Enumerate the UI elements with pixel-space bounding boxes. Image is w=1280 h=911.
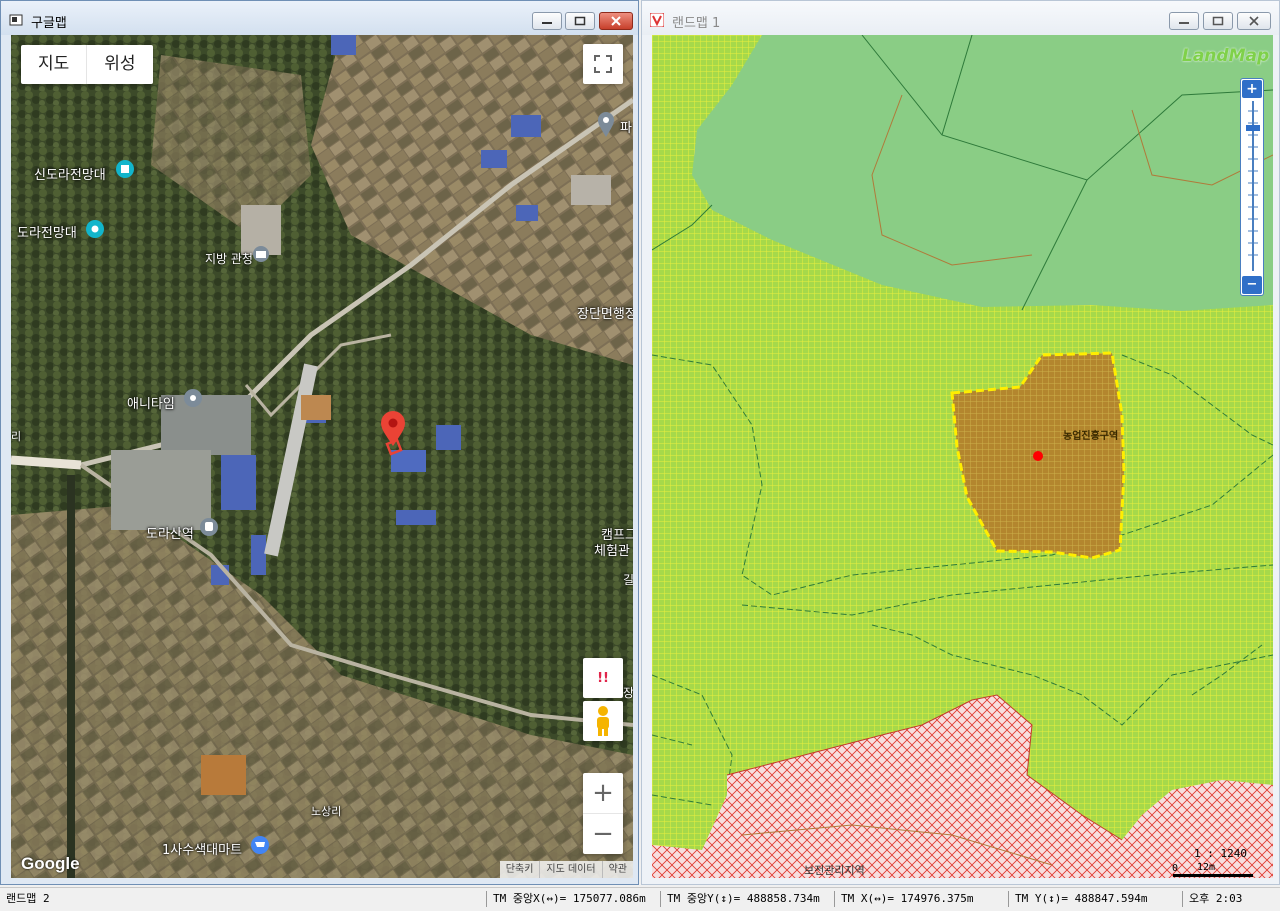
close-button[interactable] bbox=[1237, 12, 1271, 30]
restore-icon bbox=[1212, 16, 1224, 26]
zoom-track[interactable] bbox=[1246, 101, 1260, 271]
status-time: 오후 2:03 bbox=[1182, 891, 1242, 907]
window-title: 구글맵 bbox=[31, 16, 67, 31]
map-scale-ratio: 1 : 1240 bbox=[1194, 847, 1247, 860]
landmap-titlebar[interactable]: 랜드맵 1 bbox=[642, 1, 1279, 35]
google-map-window: 구글맵 신도라전망대 도라전망대 지방 관청 장단면행정 파 애니타임 리 도라… bbox=[0, 0, 639, 885]
minimize-button[interactable] bbox=[1169, 12, 1199, 30]
map-footer: 단축키 지도 데이터 약관 bbox=[499, 861, 633, 878]
label-dora-observatory[interactable]: 도라전망대 bbox=[17, 222, 77, 241]
place-marker-icon[interactable] bbox=[183, 388, 203, 408]
zoom-in-button[interactable]: + bbox=[1242, 80, 1262, 98]
close-icon bbox=[611, 16, 621, 26]
scale-bar-max: 12m bbox=[1197, 862, 1216, 873]
label-mart[interactable]: 1사수색대마트 bbox=[162, 839, 242, 858]
status-center-y: TM 중앙Y(↕)= 488858.734m bbox=[660, 891, 820, 907]
zoom-out-button[interactable]: − bbox=[583, 814, 623, 854]
label-dorasan-station[interactable]: 도라산역 bbox=[146, 523, 194, 542]
zoom-control: + − bbox=[583, 773, 623, 854]
map-type-map-button[interactable]: 지도 bbox=[21, 45, 86, 84]
minimize-button[interactable] bbox=[532, 12, 562, 30]
land-use-map bbox=[652, 35, 1273, 878]
label-pa[interactable]: 파 bbox=[620, 117, 632, 136]
zoom-handle bbox=[1246, 125, 1260, 131]
parcel-zone-label: 농업진흥구역 bbox=[1063, 431, 1119, 442]
maximize-button[interactable] bbox=[565, 12, 595, 30]
map-data-link[interactable]: 지도 데이터 bbox=[539, 861, 601, 878]
zoom-out-button[interactable]: − bbox=[1242, 276, 1262, 294]
satellite-map[interactable]: 신도라전망대 도라전망대 지방 관청 장단면행정 파 애니타임 리 도라산역 캠… bbox=[11, 35, 633, 878]
terms-link[interactable]: 약관 bbox=[601, 861, 633, 878]
scale-bar bbox=[1173, 874, 1253, 877]
label-anytime[interactable]: 애니타임 bbox=[127, 393, 175, 412]
report-problem-button[interactable]: !! bbox=[583, 658, 623, 698]
label-gil[interactable]: 길 bbox=[623, 571, 633, 588]
minimize-icon bbox=[542, 22, 552, 24]
status-center-x: TM 중앙X(↔)= 175077.086m bbox=[486, 891, 646, 907]
government-building-icon[interactable] bbox=[252, 245, 270, 263]
google-logo: Google bbox=[21, 854, 80, 873]
tourist-attraction-icon[interactable] bbox=[115, 159, 135, 179]
satellite-imagery bbox=[11, 35, 633, 878]
status-y: TM Y(↕)= 488847.594m bbox=[1008, 891, 1147, 907]
google-map-titlebar[interactable]: 구글맵 bbox=[1, 1, 638, 35]
maximize-button[interactable] bbox=[1203, 12, 1233, 30]
window-title: 랜드맵 1 bbox=[672, 16, 721, 31]
restore-icon bbox=[574, 16, 586, 26]
label-jang[interactable]: 장 bbox=[623, 684, 633, 701]
label-sindora-observatory[interactable]: 신도라전망대 bbox=[34, 164, 106, 183]
pegman-icon bbox=[597, 706, 609, 736]
camera-icon[interactable] bbox=[85, 219, 105, 239]
zoom-in-button[interactable]: + bbox=[583, 773, 623, 814]
map-type-satellite-button[interactable]: 위성 bbox=[86, 45, 152, 84]
map-type-control: 지도 위성 bbox=[21, 45, 153, 84]
status-bar: 랜드맵 2 TM 중앙X(↔)= 175077.086m TM 중앙Y(↕)= … bbox=[0, 887, 1280, 911]
close-icon bbox=[1249, 16, 1259, 26]
station-icon[interactable] bbox=[199, 517, 219, 537]
fullscreen-icon bbox=[594, 55, 612, 73]
keyboard-shortcuts-link[interactable]: 단축키 bbox=[500, 861, 540, 878]
landmap-logo: LandMap bbox=[1182, 46, 1270, 66]
label-nosangri[interactable]: 노상리 bbox=[311, 803, 341, 819]
label-experience-hall[interactable]: 체험관 bbox=[594, 540, 630, 559]
status-x: TM X(↔)= 174976.375m bbox=[834, 891, 973, 907]
place-pin-icon[interactable] bbox=[597, 112, 615, 138]
label-ri[interactable]: 리 bbox=[11, 428, 21, 444]
conservation-zone-label: 보전관리지역 bbox=[804, 864, 865, 877]
scale-bar-min: 0 bbox=[1172, 863, 1179, 874]
zoom-slider[interactable]: + − bbox=[1240, 78, 1264, 296]
landmap-window: 랜드맵 1 농업진흥구역 보전관리지역 LandMap + − 1: 1240… bbox=[641, 0, 1280, 885]
minimize-icon bbox=[1179, 22, 1189, 24]
shopping-cart-icon[interactable] bbox=[250, 835, 270, 855]
fullscreen-button[interactable] bbox=[583, 44, 623, 84]
street-view-pegman-button[interactable] bbox=[583, 701, 623, 741]
label-government-office[interactable]: 지방 관청 bbox=[205, 250, 253, 267]
app-icon bbox=[9, 13, 23, 27]
close-button[interactable] bbox=[599, 12, 633, 30]
label-jangdan-office[interactable]: 장단면행정 bbox=[577, 303, 633, 322]
location-pin-icon[interactable] bbox=[379, 410, 407, 460]
landmap-map[interactable]: 농업진흥구역 보전관리지역 LandMap + − 1 : 1240 0 12m bbox=[652, 35, 1273, 878]
alert-icon: !! bbox=[597, 670, 609, 686]
landmap-app-icon bbox=[650, 13, 664, 27]
status-window-name: 랜드맵 2 bbox=[6, 892, 50, 905]
